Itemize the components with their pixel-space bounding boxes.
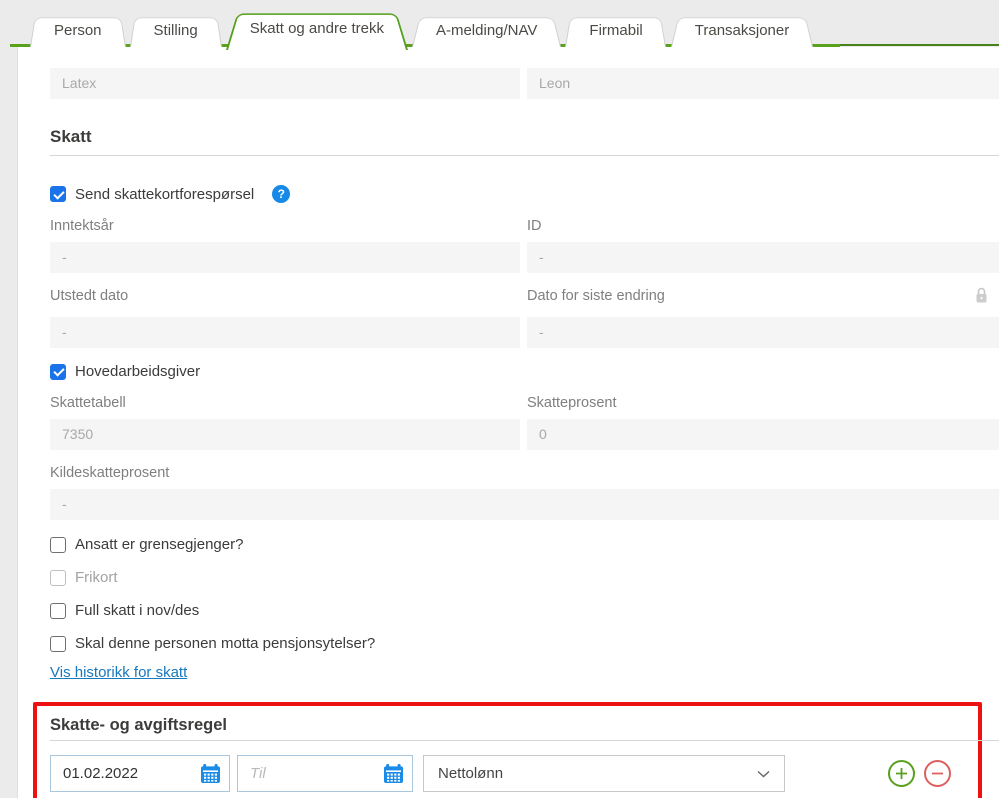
tab-skatt-og-andre-trekk[interactable]: Skatt og andre trekk — [225, 8, 408, 50]
checkbox-label: Hovedarbeidsgiver — [75, 363, 201, 380]
help-icon[interactable]: ? — [272, 185, 291, 203]
from-date-input-group — [50, 755, 230, 792]
form-content: Latex Leon Skatt Send skattekortforespør… — [0, 47, 999, 798]
checkbox-label: Send skattekortforespørsel — [75, 185, 255, 203]
tab-label: Transaksjoner — [694, 22, 790, 39]
tab-stilling[interactable]: Stilling — [129, 14, 222, 47]
add-row-button[interactable] — [888, 760, 915, 787]
field-utstedt-dato: - — [50, 317, 520, 348]
label-skattetabell: Skattetabell — [50, 395, 126, 411]
checkbox-box[interactable] — [50, 363, 66, 380]
tab-person[interactable]: Person — [30, 14, 126, 47]
field-id: - — [527, 242, 999, 273]
checkbox-box[interactable] — [50, 602, 66, 619]
tab-label: Firmabil — [589, 22, 643, 39]
checkbox-hovedarbeidsgiver[interactable]: Hovedarbeidsgiver — [50, 363, 999, 380]
history-link[interactable]: Vis historikk for skatt — [50, 664, 187, 681]
calendar-icon[interactable] — [200, 763, 221, 784]
field-kildeskatteprosent: - — [50, 489, 999, 520]
tab-label: A-melding/NAV — [435, 22, 538, 39]
rule-select-value: Nettolønn — [438, 765, 504, 782]
section-title-skatt: Skatt — [50, 127, 92, 146]
from-date-input[interactable] — [53, 765, 168, 782]
tab-label: Person — [54, 22, 102, 39]
checkbox-grensegjenger[interactable]: Ansatt er grensegjenger? — [50, 536, 999, 553]
checkbox-box[interactable] — [50, 635, 66, 652]
checkbox-box[interactable] — [50, 186, 66, 202]
field-inntektsar: - — [50, 242, 520, 273]
checkbox-box[interactable] — [50, 536, 66, 553]
first-name-field: Latex — [50, 68, 520, 99]
checkbox-box — [50, 569, 66, 586]
red-annotation-box: Skatte- og avgiftsregel 01.02.2022 Til N… — [33, 702, 999, 798]
checkbox-label: Frikort — [75, 569, 118, 586]
last-name-field: Leon — [527, 68, 999, 99]
label-kildeskatteprosent: Kildeskatteprosent — [50, 465, 170, 481]
calendar-icon[interactable] — [383, 763, 404, 784]
label-dato-siste-endring: Dato for siste endring — [527, 288, 665, 304]
tab-label: Stilling — [153, 22, 198, 39]
label-utstedt-dato: Utstedt dato — [50, 288, 129, 304]
chevron-down-icon — [757, 765, 770, 782]
checkbox-full-skatt-nov-des[interactable]: Full skatt i nov/des — [50, 602, 999, 619]
section-divider — [50, 740, 999, 741]
checkbox-label: Ansatt er grensegjenger? — [75, 536, 244, 553]
tab-label: Skatt og andre trekk — [249, 20, 384, 37]
label-id: ID — [527, 218, 542, 234]
checkbox-label: Full skatt i nov/des — [75, 602, 200, 619]
label-skatteprosent: Skatteprosent — [527, 395, 617, 411]
remove-row-button[interactable] — [924, 760, 951, 787]
checkbox-label: Skal denne personen motta pensjonsytelse… — [75, 635, 376, 652]
checkbox-frikort: Frikort — [50, 569, 999, 586]
tabbar-underline-right — [840, 44, 999, 46]
tab-bar: Person Stilling Skatt og andre trekk A-m… — [0, 0, 999, 50]
section-title-skatte-avgiftsregel: Skatte- og avgiftsregel — [50, 716, 227, 734]
field-skattetabell: 7350 — [50, 419, 520, 450]
til-date-input-group — [237, 755, 413, 792]
section-divider — [50, 155, 999, 156]
checkbox-send-skattekortforesporsel[interactable]: Send skattekortforespørsel ? — [50, 185, 999, 203]
tab-firmabil[interactable]: Firmabil — [565, 14, 667, 47]
field-skatteprosent: 0 — [527, 419, 999, 450]
checkbox-pensjonsytelser[interactable]: Skal denne personen motta pensjonsytelse… — [50, 635, 999, 652]
label-inntektsar: Inntektsår — [50, 218, 114, 234]
lock-icon — [974, 286, 989, 309]
tab-a-melding-nav[interactable]: A-melding/NAV — [411, 14, 562, 47]
field-dato-siste-endring: - — [527, 317, 999, 348]
rule-select[interactable]: Nettolønn — [423, 755, 785, 792]
tab-transaksjoner[interactable]: Transaksjoner — [670, 14, 814, 47]
til-date-input[interactable] — [240, 765, 355, 782]
